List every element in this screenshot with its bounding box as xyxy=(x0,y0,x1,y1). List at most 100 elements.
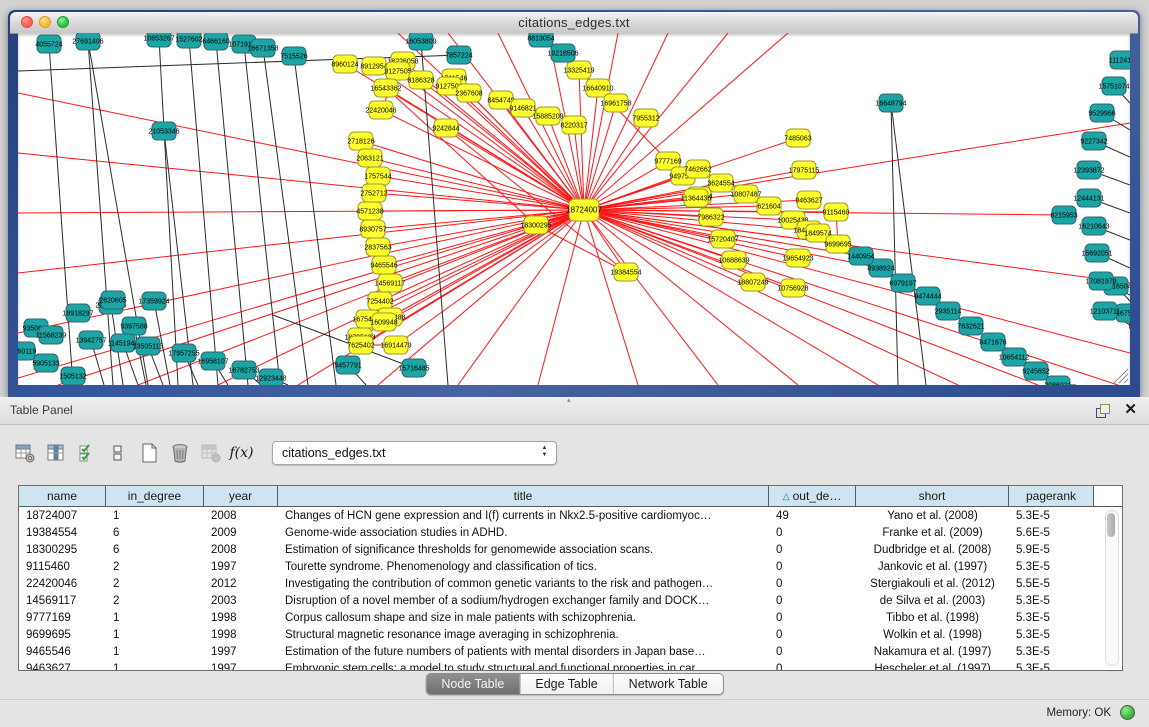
graph-node[interactable]: 15885209 xyxy=(532,107,563,125)
table-row[interactable]: 946362711997Embryonic stem cells: a mode… xyxy=(19,660,1122,670)
graph-node[interactable]: 14569117 xyxy=(375,274,406,292)
graph-node[interactable]: 16961758 xyxy=(600,94,631,112)
table-row[interactable]: 2242004622012Investigating the contribut… xyxy=(19,575,1122,592)
graph-node[interactable]: 9160119 xyxy=(18,342,36,360)
table-row[interactable]: 1830029562008Estimation of significance … xyxy=(19,541,1122,558)
graph-node[interactable]: 1112415 xyxy=(1109,51,1130,69)
table-settings-icon[interactable] xyxy=(12,440,37,466)
graph-node[interactable]: 4055724 xyxy=(35,35,62,53)
graph-node[interactable]: 1527602 xyxy=(175,33,202,48)
graph-node[interactable]: 6979197 xyxy=(889,274,916,292)
graph-node[interactable]: 7485063 xyxy=(784,129,811,147)
graph-node[interactable]: 9227342 xyxy=(1080,132,1107,150)
graph-node[interactable]: 2718126 xyxy=(347,132,374,150)
graph-node[interactable]: 8186328 xyxy=(407,71,434,89)
graph-node[interactable]: 18918297 xyxy=(62,304,93,322)
row-height-icon[interactable] xyxy=(105,440,130,466)
graph-node[interactable]: 10654112 xyxy=(999,348,1030,366)
column-header-short[interactable]: short xyxy=(856,486,1009,507)
graph-node[interactable]: 17975115 xyxy=(789,161,820,179)
graph-node[interactable]: 19384554 xyxy=(610,263,641,281)
graph-node[interactable]: 17957255 xyxy=(168,344,199,362)
tab-node-table[interactable]: Node Table xyxy=(426,674,519,694)
graph-node[interactable]: 10653267 xyxy=(143,33,174,47)
graph-node[interactable]: 7462662 xyxy=(684,160,711,178)
graph-node[interactable]: 10756928 xyxy=(777,279,808,297)
graph-node[interactable]: 12393872 xyxy=(1073,161,1104,179)
function-builder-icon[interactable]: f(x) xyxy=(229,440,254,466)
panel-resize-handle[interactable]: ▴ xyxy=(567,398,577,403)
graph-node[interactable]: 11568239 xyxy=(36,326,67,344)
graph-node[interactable]: 7632621 xyxy=(957,317,984,335)
graph-node[interactable]: 18807249 xyxy=(737,273,768,291)
graph-node[interactable]: 2752712 xyxy=(360,184,387,202)
graph-node[interactable]: 2620605 xyxy=(99,291,126,309)
network-window-titlebar[interactable]: citations_edges.txt xyxy=(10,12,1138,34)
graph-node[interactable]: 7254402 xyxy=(366,292,393,310)
graph-node[interactable]: 22420046 xyxy=(365,101,396,119)
float-window-icon[interactable] xyxy=(1096,404,1109,417)
graph-node[interactable]: 2935114 xyxy=(935,302,962,320)
graph-node[interactable]: 7515526 xyxy=(280,47,307,65)
tab-network-table[interactable]: Network Table xyxy=(613,674,723,694)
close-icon[interactable]: ✕ xyxy=(1124,401,1137,419)
graph-node[interactable]: 2063121 xyxy=(356,149,383,167)
vertical-scrollbar[interactable] xyxy=(1105,510,1119,666)
graph-node[interactable]: 12444131 xyxy=(1073,189,1104,207)
graph-node[interactable]: 9529966 xyxy=(1088,104,1115,122)
graph-node[interactable]: 9457791 xyxy=(334,356,361,374)
graph-node[interactable]: 16914479 xyxy=(380,336,411,354)
show-column-icon[interactable] xyxy=(43,440,68,466)
tab-edge-table[interactable]: Edge Table xyxy=(519,674,612,694)
graph-node[interactable]: 3624554 xyxy=(707,174,734,192)
graph-node[interactable]: 9115460 xyxy=(823,203,850,221)
zoom-traffic-button[interactable] xyxy=(57,16,69,28)
graph-node[interactable]: 16648794 xyxy=(875,94,906,112)
graph-node[interactable]: 8960124 xyxy=(331,55,358,73)
graph-node[interactable]: 16210643 xyxy=(1078,217,1109,235)
graph-node[interactable]: 13942757 xyxy=(75,331,106,349)
graph-node[interactable]: 15720407 xyxy=(707,230,738,248)
graph-node[interactable]: 16053809 xyxy=(405,33,436,50)
scrollbar-thumb[interactable] xyxy=(1107,513,1115,537)
graph-node[interactable]: 15716485 xyxy=(398,359,429,377)
graph-node[interactable]: 19218506 xyxy=(547,44,578,62)
graph-node[interactable]: 8930757 xyxy=(359,220,386,238)
table-row[interactable]: 1456911722003Disruption of a novel membe… xyxy=(19,592,1122,609)
graph-node[interactable]: 7857224 xyxy=(445,46,472,64)
minimize-traffic-button[interactable] xyxy=(39,16,51,28)
graph-node[interactable]: 9474444 xyxy=(914,287,941,305)
graph-node[interactable]: 1440954 xyxy=(847,247,874,265)
graph-node[interactable]: 9465546 xyxy=(370,256,397,274)
graph-node[interactable]: 27691406 xyxy=(72,33,103,50)
graph-node[interactable]: 13505115 xyxy=(133,337,164,355)
graph-node[interactable]: 15751074 xyxy=(1098,77,1129,95)
graph-node[interactable]: 4571238 xyxy=(356,202,383,220)
graph-node[interactable]: 6466160 xyxy=(202,33,229,50)
graph-node[interactable]: 7986322 xyxy=(697,208,724,226)
column-header-out_de[interactable]: △out_de… xyxy=(769,486,856,507)
close-traffic-button[interactable] xyxy=(21,16,33,28)
network-graph[interactable]: 8960124891295418226058912750516543362818… xyxy=(18,33,1130,385)
table-selector-dropdown[interactable]: citations_edges.txt ▲▼ xyxy=(272,441,557,465)
column-header-title[interactable]: title xyxy=(278,486,769,507)
graph-node[interactable]: 16543362 xyxy=(370,79,401,97)
graph-node[interactable]: 17081979 xyxy=(1085,272,1116,290)
graph-node[interactable]: 1505132 xyxy=(59,367,86,385)
table-row[interactable]: 911546021997Tourette syndrome. Phenomeno… xyxy=(19,558,1122,575)
column-header-in_degree[interactable]: in_degree xyxy=(106,486,204,507)
memory-status-indicator[interactable] xyxy=(1120,705,1135,720)
graph-node[interactable]: 1757544 xyxy=(364,167,391,185)
table-row[interactable]: 1872400712008Changes of HCN gene express… xyxy=(19,507,1122,524)
graph-node[interactable]: 8471676 xyxy=(979,333,1006,351)
new-document-icon[interactable] xyxy=(136,440,161,466)
table-row[interactable]: 946554611997Estimation of the future num… xyxy=(19,643,1122,660)
graph-node[interactable]: 19654923 xyxy=(782,249,813,267)
graph-node[interactable]: 7625402 xyxy=(347,336,374,354)
graph-node[interactable]: 13325419 xyxy=(563,61,594,79)
trash-icon[interactable] xyxy=(167,440,192,466)
column-header-year[interactable]: year xyxy=(204,486,278,507)
graph-node[interactable]: 12103711 xyxy=(1090,302,1121,320)
graph-node[interactable]: 5905133 xyxy=(32,354,59,372)
graph-node[interactable]: 12923448 xyxy=(255,369,286,385)
